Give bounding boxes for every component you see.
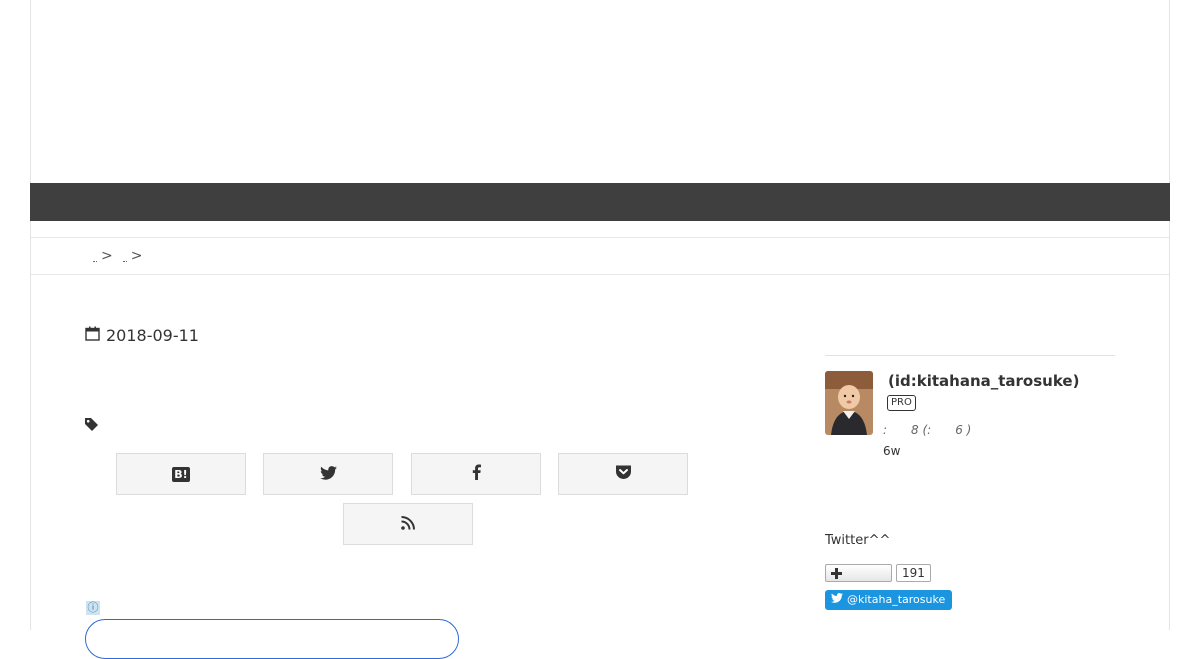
pro-badge: PRO [887,395,916,411]
ad-banner-outline[interactable] [85,619,459,659]
pocket-share-button[interactable] [558,453,688,495]
follow-button[interactable] [825,564,892,582]
entry-date-text: 2018-09-11 [106,326,199,345]
twitter-widget-heading: Twitter^^ [825,533,891,548]
profile-stats: : 8 (: 6 ) [883,423,972,437]
avatar[interactable] [825,371,873,435]
facebook-share-button[interactable] [411,453,541,495]
profile-extra: 6w [883,444,901,458]
breadcrumb-separator: > [130,248,143,264]
twitter-bird-icon [831,590,843,610]
tag-icon [84,417,99,436]
breadcrumb: > > [93,248,142,264]
breadcrumb-link-category[interactable] [122,251,127,262]
follower-count: 191 [896,564,931,582]
hatena-bookmark-share-button[interactable]: B! [116,453,246,495]
twitter-follow-label: @kitaha_tarosuke [847,593,946,606]
twitter-follow-button[interactable]: @kitaha_tarosuke [825,590,953,610]
profile-name[interactable]: (id:kitahana_tarosuke) [888,372,1079,390]
global-nav-bar [30,183,1170,221]
entry-date: 2018-09-11 [85,326,199,345]
pocket-icon [615,464,632,484]
ad-info-icon[interactable]: ⓘ [86,601,100,615]
breadcrumb-separator: > [101,248,113,264]
rss-icon [401,515,415,534]
facebook-icon [472,464,481,484]
breadcrumb-bar [31,237,1169,275]
twitter-icon [319,465,337,484]
rss-subscribe-button[interactable] [343,503,473,545]
calendar-icon [85,326,100,345]
hatena-bookmark-icon: B! [172,466,190,482]
breadcrumb-link-home[interactable] [93,251,97,262]
twitter-share-button[interactable] [263,453,393,495]
plus-icon [831,564,842,583]
page-frame [30,0,1170,630]
sidebar-divider [825,355,1115,356]
